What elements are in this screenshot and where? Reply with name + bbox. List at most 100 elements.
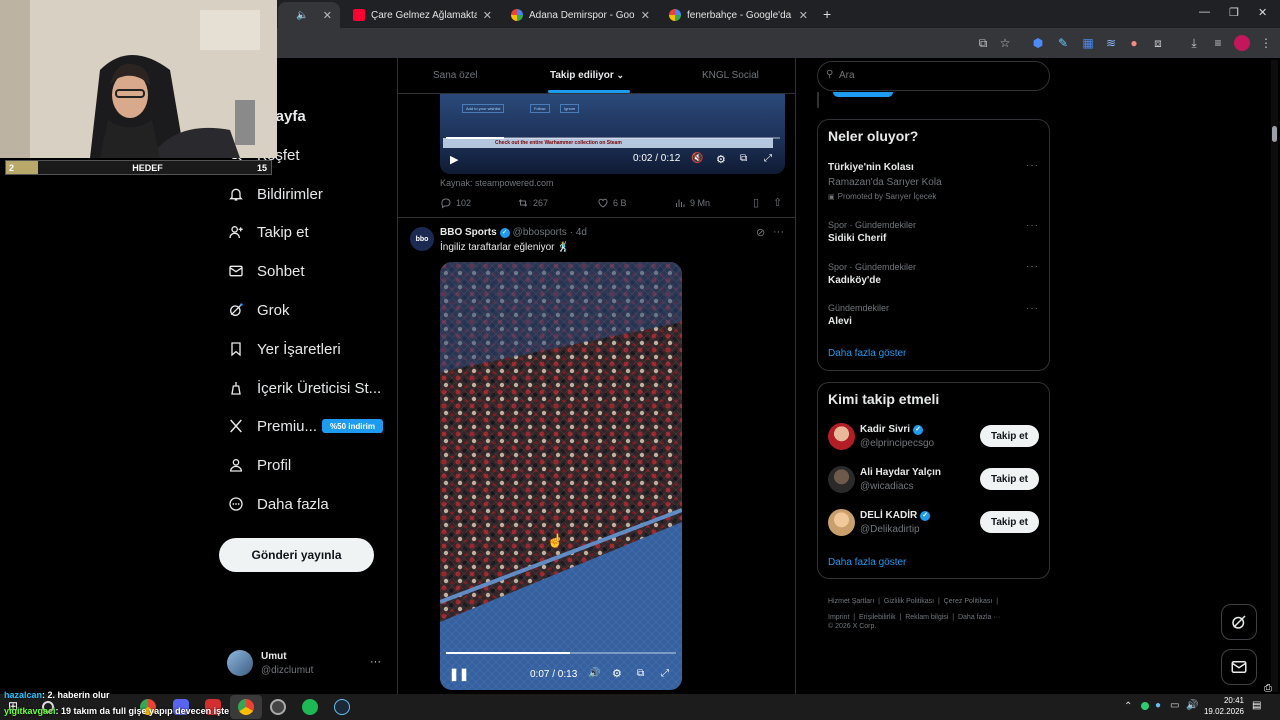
notification-icon[interactable]: ▤ — [1252, 700, 1261, 711]
subscribe-button-remnant[interactable] — [833, 92, 893, 97]
avatar[interactable] — [828, 509, 855, 536]
footer-link[interactable]: Daha fazla ··· — [958, 614, 1000, 621]
who-show-more-link[interactable]: Daha fazla göster — [828, 557, 906, 568]
trend-name[interactable]: Türkiye'nin Kolası — [828, 162, 914, 173]
extensions-puzzle-icon[interactable]: ⧈ — [1150, 35, 1166, 51]
footer-link[interactable]: Reklam bilgisi — [905, 614, 948, 621]
footer-link[interactable]: Imprint — [828, 614, 849, 621]
bookmark-icon[interactable]: ▯ — [753, 196, 759, 209]
nav-grok[interactable]: Grok — [228, 295, 290, 325]
steam-icon[interactable] — [334, 699, 350, 715]
trend-more-icon[interactable]: ··· — [1026, 261, 1039, 272]
follow-button[interactable]: Takip et — [980, 425, 1039, 447]
trend-more-icon[interactable]: ··· — [1026, 220, 1039, 231]
close-tab-icon[interactable]: ✕ — [799, 9, 808, 22]
nav-bookmarks[interactable]: Yer İşaretleri — [228, 334, 341, 364]
trend-more-icon[interactable]: ··· — [1026, 303, 1039, 314]
fullscreen-icon[interactable]: ⤢ — [764, 153, 772, 164]
browser-tab-active[interactable]: 🔈 ✕ — [278, 2, 340, 28]
nav-chat[interactable]: Sohbet — [228, 256, 305, 286]
close-tab-icon[interactable]: ✕ — [323, 9, 332, 22]
fullscreen-icon[interactable]: ⤢ — [661, 668, 669, 679]
post-video-fans[interactable] — [440, 262, 682, 690]
tray-chevron-icon[interactable]: ⌃ — [1124, 701, 1132, 712]
trend-name[interactable]: Sidiki Cherif — [828, 233, 886, 244]
tab-for-you[interactable]: Sana özel — [433, 70, 477, 81]
avatar[interactable] — [828, 423, 855, 450]
translate-extension-icon[interactable]: ▦ — [1080, 35, 1096, 51]
post-more-icon[interactable]: ··· — [773, 226, 784, 238]
like-button[interactable]: 6 B — [597, 197, 627, 209]
tab-kngl-social[interactable]: KNGL Social — [702, 70, 759, 81]
chrome-icon[interactable] — [238, 699, 254, 715]
share-icon[interactable]: ⇧ — [773, 196, 782, 209]
suggested-user-name[interactable]: Kadir Sivri ✓ — [860, 424, 924, 435]
account-menu-button[interactable]: ··· — [370, 656, 381, 668]
follow-button[interactable]: Takip et — [980, 511, 1039, 533]
avatar[interactable]: bbo — [410, 227, 434, 251]
extension-icon[interactable]: ✎ — [1055, 35, 1071, 51]
install-app-icon[interactable]: ⧉ — [975, 35, 991, 51]
close-window-button[interactable]: ✕ — [1258, 6, 1267, 19]
extension-icon[interactable]: ≋ — [1103, 35, 1119, 51]
suggested-user-name[interactable]: DELİ KADİR ✓ — [860, 510, 931, 521]
footer-link[interactable]: Hizmet Şartları — [828, 598, 874, 605]
nav-profile[interactable]: Profil — [228, 450, 291, 480]
minimize-button[interactable]: — — [1199, 6, 1210, 18]
post-button[interactable]: Gönderi yayınla — [219, 538, 374, 572]
grok-floating-button[interactable] — [1221, 604, 1257, 640]
post-author[interactable]: BBO Sports — [440, 227, 497, 238]
tray-status-icon[interactable] — [1141, 702, 1149, 710]
footer-link[interactable]: Çerez Politikası — [944, 598, 993, 605]
pip-icon[interactable]: ⧉ — [740, 153, 747, 164]
nav-more[interactable]: Daha fazla — [228, 489, 329, 519]
search-input[interactable] — [839, 67, 1039, 83]
footer-link[interactable]: Gizlilik Politikası — [884, 598, 934, 605]
views-button[interactable]: 9 Mn — [674, 197, 710, 209]
obs-icon[interactable] — [270, 699, 286, 715]
link-source[interactable]: Kaynak: steampowered.com — [440, 178, 554, 188]
avatar[interactable] — [828, 466, 855, 493]
volume-icon[interactable]: 🔊 — [1186, 700, 1198, 711]
trend-more-icon[interactable]: ··· — [1026, 160, 1039, 171]
tray-steam-icon[interactable]: ● — [1155, 700, 1161, 711]
restore-button[interactable]: ❐ — [1229, 6, 1239, 19]
browser-tab[interactable]: Adana Demirspor - Google'da A ✕ — [503, 2, 658, 28]
footer-link[interactable]: Erişilebilirlik — [859, 614, 896, 621]
media-control-icon[interactable]: ≡ — [1210, 35, 1226, 51]
tab-following[interactable]: Takip ediliyor ⌄ — [550, 70, 624, 81]
post-handle[interactable]: @bbosports — [513, 227, 567, 238]
bookmark-star-icon[interactable]: ☆ — [997, 35, 1013, 51]
close-tab-icon[interactable]: ✕ — [641, 9, 650, 22]
mute-icon[interactable]: 🔇 — [691, 153, 703, 164]
suggested-user-name[interactable]: Ali Haydar Yalçın — [860, 467, 941, 478]
spotify-icon[interactable] — [302, 699, 318, 715]
browser-tab[interactable]: Çare Gelmez Ağlamaktan BB Er ✕ — [345, 2, 500, 28]
scrollbar-thumb[interactable] — [1272, 126, 1277, 142]
grok-explain-icon[interactable]: ⊘ — [756, 226, 765, 239]
trend-name[interactable]: Alevi — [828, 316, 852, 327]
new-tab-button[interactable]: + — [823, 6, 831, 22]
clock-date[interactable]: 19.02.2026 — [1202, 707, 1244, 716]
nav-premium[interactable]: Premiu... — [228, 411, 317, 441]
follow-button[interactable]: Takip et — [980, 468, 1039, 490]
nav-notifications[interactable]: Bildirimler — [228, 179, 323, 209]
settings-gear-icon[interactable]: ⚙ — [716, 153, 726, 166]
nav-creator-studio[interactable]: İçerik Üreticisi St... — [228, 373, 381, 403]
extension-icon[interactable]: ⬢ — [1030, 35, 1046, 51]
post-time[interactable]: · 4d — [570, 227, 587, 238]
pip-icon[interactable]: ⧉ — [637, 668, 644, 679]
profile-avatar-icon[interactable] — [1234, 35, 1250, 51]
network-icon[interactable]: ▭ — [1170, 700, 1179, 711]
trends-show-more-link[interactable]: Daha fazla göster — [828, 348, 906, 359]
pause-icon[interactable]: ❚❚ — [449, 667, 469, 681]
trend-name[interactable]: Kadıköy'de — [828, 275, 881, 286]
close-tab-icon[interactable]: ✕ — [483, 9, 492, 22]
nav-follow[interactable]: Takip et — [228, 217, 309, 247]
download-icon[interactable]: ⤓ — [1186, 35, 1202, 51]
menu-dots-icon[interactable]: ⋮ — [1258, 35, 1274, 51]
play-icon[interactable]: ▶ — [450, 153, 458, 166]
mute-icon[interactable]: 🔈 — [296, 10, 308, 21]
volume-icon[interactable]: 🔊 — [588, 668, 600, 679]
browser-tab[interactable]: fenerbahçe - Google'da Ara ✕ — [661, 2, 816, 28]
